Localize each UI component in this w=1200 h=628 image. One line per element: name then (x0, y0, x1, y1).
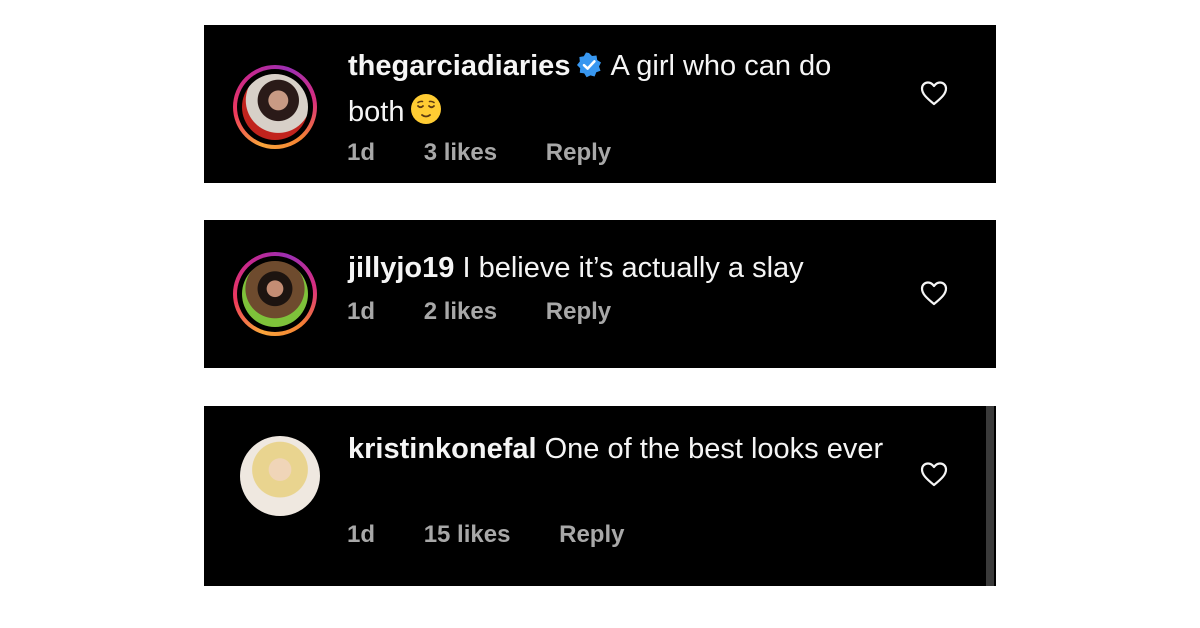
comment-text: One of the best looks ever (544, 433, 884, 465)
reply-button[interactable]: Reply (546, 298, 611, 326)
comment-time: 1d (347, 139, 376, 166)
comment-body: jillyjo19 I believe it’s actually a slay (348, 247, 888, 290)
likes-count[interactable]: 2 likes (424, 298, 497, 326)
comment-meta: 1d 3 likes Reply (347, 139, 611, 167)
likes-count[interactable]: 3 likes (424, 139, 497, 167)
comment-meta: 1d 15 likes Reply (347, 521, 624, 549)
avatar-story-ring (237, 69, 313, 145)
reply-button[interactable]: Reply (559, 521, 624, 549)
username[interactable]: kristinkonefal (348, 433, 537, 465)
username[interactable]: thegarciadiaries (348, 50, 570, 82)
heart-icon[interactable] (920, 461, 948, 487)
heart-icon[interactable] (920, 80, 948, 106)
avatar-photo (242, 261, 308, 327)
avatar[interactable] (233, 65, 317, 149)
avatar[interactable] (233, 252, 317, 336)
avatar-photo (240, 436, 320, 516)
avatar-story-ring (237, 256, 313, 332)
avatar[interactable] (240, 436, 320, 516)
comment-body: kristinkonefal One of the best looks eve… (348, 428, 888, 471)
comment-card: kristinkonefal One of the best looks eve… (204, 406, 996, 586)
comment-time: 1d (347, 521, 376, 548)
relieved-face-emoji (410, 93, 442, 138)
reply-button[interactable]: Reply (546, 139, 611, 167)
comment-card: jillyjo19 I believe it’s actually a slay… (204, 220, 996, 368)
comment-card: thegarciadiaries A girl who can do both 1… (204, 25, 996, 183)
avatar-photo (242, 74, 308, 140)
comment-body: thegarciadiaries A girl who can do both (348, 45, 888, 138)
comment-time: 1d (347, 298, 376, 325)
heart-icon[interactable] (920, 280, 948, 306)
comment-text: I believe it’s actually a slay (462, 252, 804, 284)
scrollbar[interactable] (986, 406, 994, 586)
username[interactable]: jillyjo19 (348, 252, 454, 284)
comment-meta: 1d 2 likes Reply (347, 298, 611, 326)
likes-count[interactable]: 15 likes (424, 521, 511, 549)
verified-badge-icon (576, 48, 602, 91)
